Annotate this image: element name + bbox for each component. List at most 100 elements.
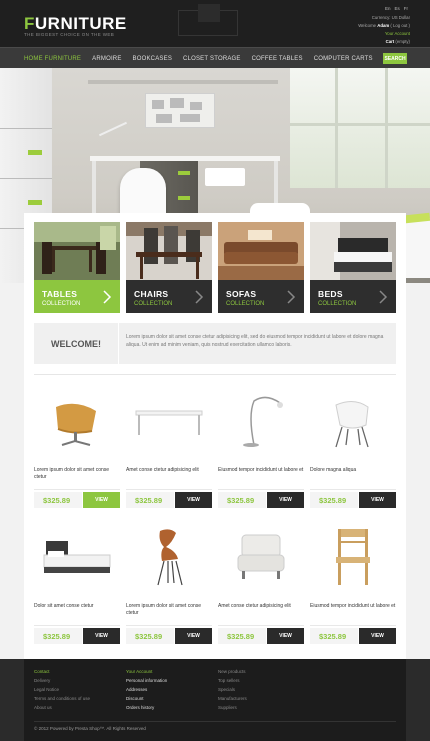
category-title: SOFAS (226, 289, 257, 299)
product-price: $325.89 (310, 492, 358, 508)
chevron-right-icon (195, 290, 204, 304)
footer-link[interactable]: About us (34, 703, 90, 712)
footer-link[interactable]: Manufacturers (218, 694, 247, 703)
product-card: Eiusmod tempor incididunt ut labore et $… (218, 385, 304, 508)
view-button[interactable]: VIEW (175, 492, 212, 508)
product-card: Lorem ipsum dolor sit amet conse ctetur … (126, 521, 212, 644)
account-block: Currency: US Dollar Welcome Adam ( Log o… (290, 14, 410, 46)
category-chairs[interactable]: CHAIRS COLLECTION (126, 222, 212, 313)
chevron-right-icon (379, 290, 388, 304)
beds-image (310, 222, 396, 280)
category-subtitle: COLLECTION (134, 301, 173, 307)
category-beds[interactable]: BEDS COLLECTION (310, 222, 396, 313)
footer-link[interactable]: Orders history (126, 703, 167, 712)
category-tables[interactable]: TABLES COLLECTION (34, 222, 120, 313)
logo[interactable]: FURNITURE (24, 14, 127, 34)
lang-fr[interactable]: Fr (404, 6, 408, 11)
cart-status: (empty) (395, 39, 410, 44)
product-price: $325.89 (310, 628, 358, 644)
footer-link[interactable]: Personal information (126, 676, 167, 685)
product-price: $325.89 (126, 628, 174, 644)
footer-link[interactable]: Legal Notice (34, 685, 90, 694)
chevron-right-icon (287, 290, 296, 304)
view-button[interactable]: VIEW (267, 492, 304, 508)
product-name[interactable]: Lorem ipsum dolor sit amet conse ctetur (34, 467, 120, 481)
footer: Contact Delivery Legal Notice Terms and … (24, 659, 406, 741)
footer-link[interactable]: Terms and conditions of use (34, 694, 90, 703)
language-selector: En Es Fr (385, 6, 408, 11)
product-name[interactable]: Lorem ipsum dolor sit amet conse ctetur (126, 603, 212, 617)
wooden-chair-image[interactable] (310, 521, 396, 596)
product-card: Eiusmod tempor incididunt ut labore et $… (310, 521, 396, 644)
hero-pinboard (145, 93, 215, 128)
nav-bookcases[interactable]: Bookcases (133, 56, 172, 62)
welcome-title: WELCOME! (34, 323, 119, 364)
footer-link[interactable]: Contact (34, 667, 90, 676)
chevron-right-icon (103, 290, 112, 304)
footer-col-shop: New products Top sellers Specials Manufa… (218, 667, 247, 712)
shell-chair-image[interactable] (310, 385, 396, 460)
view-button[interactable]: VIEW (83, 492, 120, 508)
welcome-box: WELCOME! Lorem ipsum dolor sit amet cons… (34, 323, 396, 364)
your-account-link[interactable]: Your Account (385, 31, 410, 36)
view-button[interactable]: VIEW (267, 628, 304, 644)
logout-link[interactable]: ( Log out ) (390, 23, 410, 28)
main-nav: Home Furniture Armoire Bookcases Closet … (0, 47, 430, 68)
nav-armoire[interactable]: Armoire (92, 56, 121, 62)
view-button[interactable]: VIEW (359, 628, 396, 644)
view-button[interactable]: VIEW (175, 628, 212, 644)
product-name[interactable]: Amet conse ctetur adipisicing elit (218, 603, 304, 610)
floor-lamp-image[interactable] (218, 385, 304, 460)
footer-col-info: Contact Delivery Legal Notice Terms and … (34, 667, 90, 712)
footer-link[interactable]: Delivery (34, 676, 90, 685)
cart-link[interactable]: Cart (386, 39, 395, 44)
nav-home-furniture[interactable]: Home Furniture (24, 56, 81, 62)
footer-link[interactable]: Addresses (126, 685, 167, 694)
category-subtitle: COLLECTION (226, 301, 265, 307)
currency-select[interactable]: US Dollar (392, 15, 410, 20)
category-tiles: TABLES COLLECTION CHAIRS COLLECTION SOFA… (34, 222, 396, 313)
divider (34, 374, 396, 375)
tables-image (34, 222, 120, 280)
product-price: $325.89 (218, 628, 266, 644)
lang-es[interactable]: Es (394, 6, 399, 11)
logo-text: URNITURE (34, 14, 127, 33)
bed-image[interactable] (34, 521, 120, 596)
footer-col-account: Your Account Personal information Addres… (126, 667, 167, 712)
tagline: THE BIGGEST CHOICE ON THE WEB (24, 32, 115, 37)
nav-coffee-tables[interactable]: Coffee Tables (252, 56, 303, 62)
product-name[interactable]: Dolor sit amet conse ctetur (34, 603, 120, 610)
currency-label: Currency: (371, 15, 391, 20)
product-card: Amet conse ctetur adipisicing elit $325.… (218, 521, 304, 644)
product-name[interactable]: Eiusmod tempor incididunt ut labore et (218, 467, 304, 474)
footer-link[interactable]: New products (218, 667, 247, 676)
ant-chair-image[interactable] (126, 521, 212, 596)
footer-link[interactable]: Your Account (126, 667, 167, 676)
footer-link[interactable]: Suppliers (218, 703, 247, 712)
search-button[interactable]: SEARCH (383, 53, 407, 64)
welcome-text: Lorem ipsum dolor sit amet conse ctetur … (126, 334, 384, 348)
footer-link[interactable]: Specials (218, 685, 247, 694)
category-title: TABLES (42, 289, 78, 299)
footer-link[interactable]: Top sellers (218, 676, 247, 685)
category-sofas[interactable]: SOFAS COLLECTION (218, 222, 304, 313)
footer-link[interactable]: Discount (126, 694, 167, 703)
product-card: Dolor sit amet conse ctetur $325.89 VIEW (34, 521, 120, 644)
product-name[interactable]: Eiusmod tempor incididunt ut labore et (310, 603, 396, 610)
welcome-label: Welcome (358, 23, 377, 28)
nav-closet-storage[interactable]: Closet Storage (183, 56, 241, 62)
category-title: CHAIRS (134, 289, 169, 299)
product-name[interactable]: Dolore magna aliqua (310, 467, 396, 474)
category-subtitle: COLLECTION (318, 301, 357, 307)
armchair-image[interactable] (218, 521, 304, 596)
lang-en[interactable]: En (385, 6, 391, 11)
nav-computer-carts[interactable]: Computer Carts (314, 56, 373, 62)
product-name[interactable]: Amet conse ctetur adipisicing elit (126, 467, 212, 474)
bench-image[interactable] (126, 385, 212, 460)
category-subtitle: COLLECTION (42, 301, 81, 307)
product-price: $325.89 (34, 492, 82, 508)
view-button[interactable]: VIEW (359, 492, 396, 508)
chairs-image (126, 222, 212, 280)
lounge-chair-image[interactable] (34, 385, 120, 460)
view-button[interactable]: VIEW (83, 628, 120, 644)
